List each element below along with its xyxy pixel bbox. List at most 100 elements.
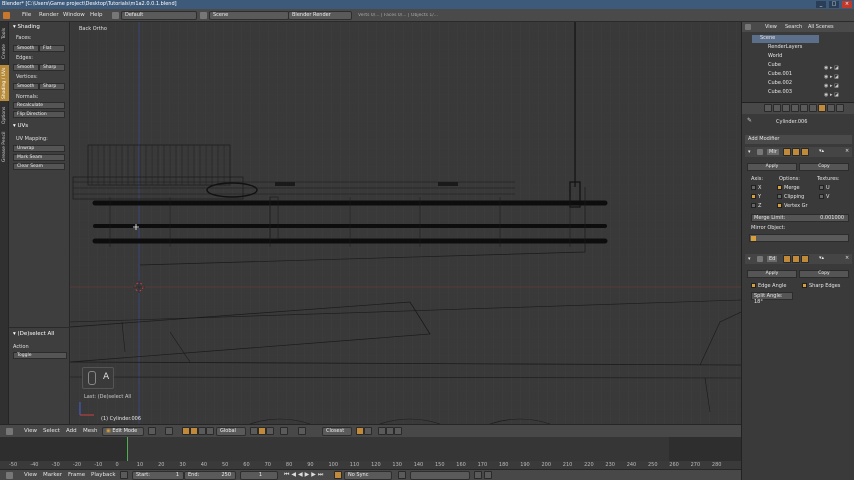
unwrap-button[interactable]: Unwrap [13, 145, 65, 152]
edit-mode-toggle-icon[interactable] [783, 148, 791, 156]
mirror-modifier-name[interactable]: Mir [767, 149, 779, 155]
opengl-render-icon[interactable] [386, 427, 394, 435]
clear-seam-button[interactable]: Clear Seam [13, 163, 65, 170]
flip-direction-button[interactable]: Flip Direction [13, 111, 65, 118]
current-frame-marker[interactable] [127, 437, 128, 462]
vertices-sharp-button[interactable]: Sharp [39, 83, 65, 90]
cage-toggle-icon[interactable] [801, 148, 809, 156]
menu-mesh[interactable]: Mesh [83, 428, 97, 434]
outliner-tab-all-scenes[interactable]: All Scenes [808, 24, 834, 30]
axis-z-checkbox[interactable]: Z [751, 203, 761, 209]
add-modifier-dropdown[interactable]: Add Modifier [745, 135, 852, 144]
screen-layout-icon[interactable] [112, 12, 119, 19]
outliner-editor-icon[interactable] [745, 24, 751, 30]
faces-flat-button[interactable]: Flat [39, 45, 65, 52]
mirror-object-field[interactable] [749, 234, 849, 242]
delete-keyframe-icon[interactable] [484, 471, 492, 479]
timeline[interactable]: -50 -40 -30 -20 -10 0 10 20 30 40 50 60 70 80 90 100 110… [0, 437, 741, 469]
object-tab-icon[interactable] [800, 104, 808, 112]
menu-select[interactable]: Select [43, 428, 60, 434]
tab-options[interactable]: Options [0, 104, 9, 126]
record-keyframe-icon[interactable] [334, 471, 342, 479]
viewport-shading-icon[interactable] [148, 427, 156, 435]
timeline-menu-marker[interactable]: Marker [43, 472, 62, 478]
menu-help[interactable]: Help [90, 12, 103, 18]
collapse-arrow-icon[interactable]: ▾ [748, 149, 751, 155]
render-engine-dropdown[interactable]: Blender Render [288, 11, 352, 20]
outliner-tab-view[interactable]: View [765, 24, 777, 30]
tab-grease-pencil[interactable]: Grease Pencil [0, 128, 9, 166]
action-dropdown[interactable]: Toggle [13, 352, 67, 359]
scene-dropdown[interactable]: Scene [209, 11, 289, 20]
move-icons[interactable]: ▾▴ [819, 148, 824, 154]
keying-set-dropdown[interactable] [410, 471, 470, 480]
timeline-menu-view[interactable]: View [24, 472, 37, 478]
viewport-canvas[interactable] [70, 22, 741, 424]
render-toggle-icon[interactable] [792, 148, 800, 156]
uvs-panel-header[interactable]: ▾ UVs [13, 123, 28, 129]
scale-icon[interactable] [206, 427, 214, 435]
menu-add[interactable]: Add [66, 428, 77, 434]
maximize-button[interactable]: □ [829, 1, 839, 8]
face-select-icon[interactable] [266, 427, 274, 435]
cage-toggle-icon[interactable] [801, 255, 809, 263]
mode-dropdown[interactable]: ▣ Edit Mode [102, 427, 144, 436]
layout-dropdown[interactable]: Default [121, 11, 197, 20]
constraints-tab-icon[interactable] [809, 104, 817, 112]
snap-toggle-icon[interactable] [356, 427, 364, 435]
editor-type-icon[interactable] [6, 428, 13, 435]
recalculate-button[interactable]: Recalculate [13, 102, 65, 109]
scene-icon[interactable] [200, 12, 207, 19]
current-frame-field[interactable]: 1 [240, 471, 278, 480]
edge-split-copy-button[interactable]: Copy [799, 270, 849, 278]
mirror-copy-button[interactable]: Copy [799, 163, 849, 171]
tab-tools[interactable]: Tools [0, 25, 9, 41]
axis-y-checkbox[interactable]: Y [751, 194, 761, 200]
vertex-groups-checkbox[interactable]: Vertex Gr [777, 203, 808, 209]
remove-modifier-icon[interactable]: × [845, 255, 849, 261]
render-layers-tab-icon[interactable] [773, 104, 781, 112]
last-operator-header[interactable]: ▾ (De)select All [13, 331, 54, 337]
move-icons[interactable]: ▾▴ [819, 255, 824, 261]
menu-render[interactable]: Render [39, 12, 59, 18]
edge-select-icon[interactable] [258, 427, 266, 435]
collapse-arrow-icon[interactable]: ▾ [748, 256, 751, 262]
mirror-modifier-header[interactable]: ▾ Mir ▾▴ × [745, 147, 852, 157]
scene-tab-icon[interactable] [782, 104, 790, 112]
preview-range-icon[interactable] [120, 471, 128, 479]
translate-icon[interactable] [190, 427, 198, 435]
render-toggle-icon[interactable] [792, 255, 800, 263]
timeline-menu-frame[interactable]: Frame [68, 472, 85, 478]
edge-angle-checkbox[interactable]: Edge Angle [751, 283, 786, 289]
rotate-icon[interactable] [198, 427, 206, 435]
edit-mode-toggle-icon[interactable] [783, 255, 791, 263]
insert-keyframe-icon[interactable] [474, 471, 482, 479]
menu-file[interactable]: File [22, 12, 31, 18]
outliner-item-cube-001[interactable]: Cube.001 [768, 71, 792, 77]
edges-sharp-button[interactable]: Sharp [39, 64, 65, 71]
remove-modifier-icon[interactable]: × [845, 148, 849, 154]
shading-panel-header[interactable]: ▾ Shading [13, 24, 40, 30]
end-frame-field[interactable]: End: 250 [184, 471, 236, 480]
outliner-item-world[interactable]: World [768, 53, 782, 59]
pivot-point-icon[interactable] [165, 427, 173, 435]
tab-shading-uvs[interactable]: Shading / UVs [0, 65, 9, 101]
mirror-apply-button[interactable]: Apply [747, 163, 797, 171]
outliner-item-cube[interactable]: Cube [768, 62, 781, 68]
modifiers-tab-icon[interactable] [818, 104, 826, 112]
vertices-smooth-button[interactable]: Smooth [13, 83, 39, 90]
outliner-visibility-icons[interactable]: ◉ ▸ ◪ ◉ ▸ ◪ ◉ ▸ ◪ ◉ ▸ ◪ [824, 64, 852, 98]
minimize-button[interactable]: _ [816, 1, 826, 8]
texture-v-checkbox[interactable]: V [819, 194, 829, 200]
texture-u-checkbox[interactable]: U [819, 185, 830, 191]
split-angle-field[interactable]: Split Angle: 18° [751, 292, 793, 305]
sharp-edges-checkbox[interactable]: Sharp Edges [802, 283, 840, 289]
start-frame-field[interactable]: Start: 1 [132, 471, 184, 480]
edge-split-modifier-header[interactable]: ▾ Ed ▾▴ × [745, 254, 852, 264]
sync-mode-dropdown[interactable]: No Sync [344, 471, 392, 480]
timeline-menu-playback[interactable]: Playback [91, 472, 116, 478]
mark-seam-button[interactable]: Mark Seam [13, 154, 65, 161]
timeline-editor-icon[interactable] [6, 472, 13, 479]
outliner-item-cube-003[interactable]: Cube.003 [768, 89, 792, 95]
transform-orientation-dropdown[interactable]: Global [216, 427, 246, 436]
